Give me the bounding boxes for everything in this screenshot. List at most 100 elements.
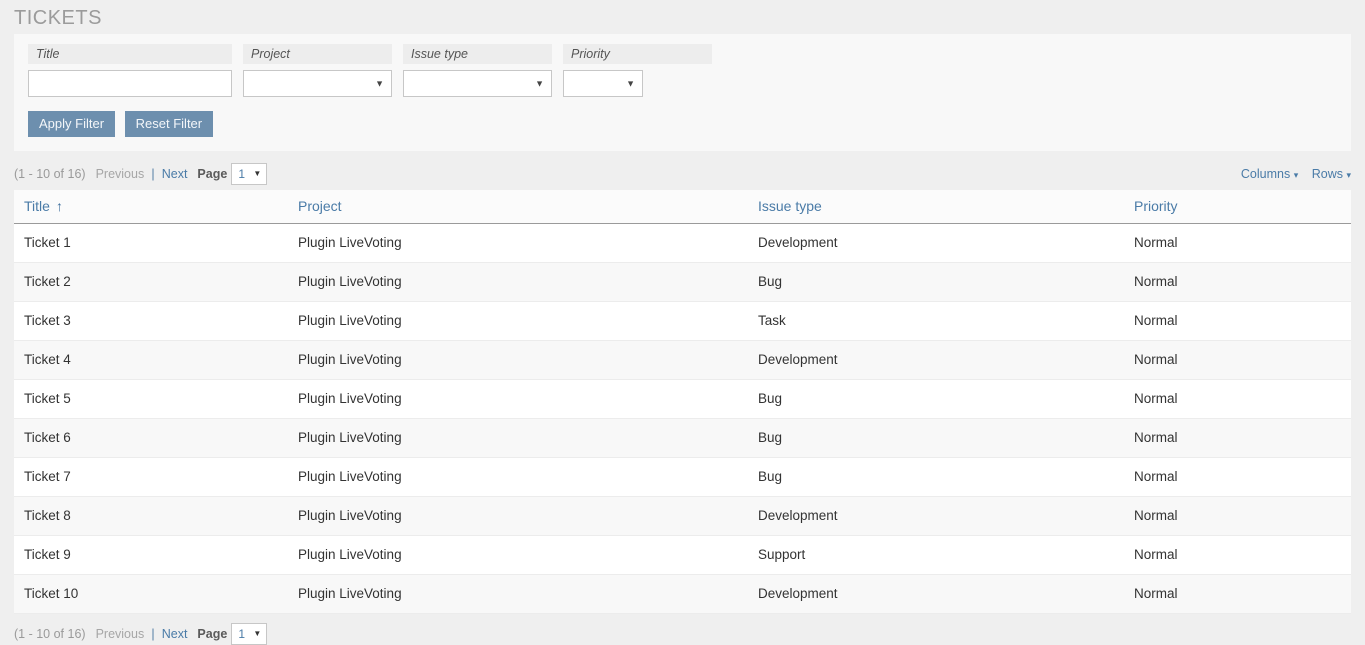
page-number-value: 1 (238, 167, 245, 181)
previous-page-link[interactable]: Previous (96, 627, 145, 641)
table-row[interactable]: Ticket 5 Plugin LiveVoting Bug Normal (14, 379, 1351, 419)
project-select[interactable]: ▼ (243, 70, 392, 97)
cell-priority: Normal (1134, 418, 1351, 458)
pagination-count: (1 - 10 of 16) (14, 167, 86, 181)
columns-menu-label: Columns (1240, 167, 1291, 181)
filter-field-priority: Priority ▼ (563, 44, 712, 97)
filter-label-priority: Priority (563, 44, 712, 64)
reset-filter-button[interactable]: Reset Filter (124, 111, 214, 137)
column-header-priority[interactable]: Priority (1134, 190, 1351, 224)
chevron-down-icon: ▾ (1346, 170, 1351, 180)
chevron-down-icon: ▼ (375, 78, 384, 88)
page-title: TICKETS (14, 7, 102, 29)
column-header-title[interactable]: Title ↑ (14, 190, 298, 224)
cell-priority: Normal (1134, 379, 1351, 419)
cell-priority: Normal (1134, 535, 1351, 575)
cell-title: Ticket 3 (14, 301, 298, 341)
tickets-table: Title ↑ Project Issue type Priority Ticke… (14, 190, 1351, 614)
page-label: Page (197, 627, 228, 641)
cell-issue-type: Development (758, 340, 1134, 380)
pagination-bottom: (1 - 10 of 16) Previous | Next Page 1 ▼ (14, 623, 1351, 645)
cell-title: Ticket 9 (14, 535, 298, 575)
title-input[interactable] (28, 70, 232, 97)
cell-project: Plugin LiveVoting (298, 418, 758, 458)
table-row[interactable]: Ticket 9 Plugin LiveVoting Support Norma… (14, 535, 1351, 575)
cell-issue-type: Support (758, 535, 1134, 575)
cell-title: Ticket 1 (14, 223, 298, 263)
cell-issue-type: Task (758, 301, 1134, 341)
cell-project: Plugin LiveVoting (298, 574, 758, 614)
pagination-count: (1 - 10 of 16) (14, 627, 86, 641)
chevron-down-icon: ▼ (626, 78, 635, 88)
column-header-project[interactable]: Project (298, 190, 758, 224)
column-header-title-label: Title (24, 198, 50, 214)
table-body: Ticket 1 Plugin LiveVoting Development N… (14, 223, 1351, 614)
table-header-row: Title ↑ Project Issue type Priority (14, 190, 1351, 224)
pagination-separator: | (151, 167, 155, 181)
sort-ascending-icon: ↑ (55, 198, 63, 214)
table-row[interactable]: Ticket 7 Plugin LiveVoting Bug Normal (14, 457, 1351, 497)
chevron-down-icon: ▼ (535, 78, 544, 88)
cell-priority: Normal (1134, 457, 1351, 497)
cell-priority: Normal (1134, 574, 1351, 614)
issue-type-select[interactable]: ▼ (403, 70, 552, 97)
table-row[interactable]: Ticket 6 Plugin LiveVoting Bug Normal (14, 418, 1351, 458)
filter-control-project: ▼ (243, 70, 392, 97)
table-view-controls: Columns ▾ Rows ▾ (1231, 167, 1351, 181)
cell-title: Ticket 10 (14, 574, 298, 614)
cell-project: Plugin LiveVoting (298, 457, 758, 497)
cell-issue-type: Bug (758, 379, 1134, 419)
filter-field-title: Title (28, 44, 232, 97)
cell-project: Plugin LiveVoting (298, 262, 758, 302)
column-header-issue-type[interactable]: Issue type (758, 190, 1134, 224)
filter-control-title (28, 70, 232, 97)
cell-issue-type: Development (758, 496, 1134, 536)
table-row[interactable]: Ticket 10 Plugin LiveVoting Development … (14, 574, 1351, 614)
filter-field-project: Project ▼ (243, 44, 392, 97)
table-row[interactable]: Ticket 4 Plugin LiveVoting Development N… (14, 340, 1351, 380)
page-label: Page (197, 167, 228, 181)
cell-issue-type: Bug (758, 457, 1134, 497)
cell-title: Ticket 7 (14, 457, 298, 497)
cell-issue-type: Bug (758, 262, 1134, 302)
cell-project: Plugin LiveVoting (298, 223, 758, 263)
filter-field-issue-type: Issue type ▼ (403, 44, 552, 97)
pagination-top: (1 - 10 of 16) Previous | Next Page 1 ▼ (14, 163, 268, 185)
cell-issue-type: Development (758, 574, 1134, 614)
rows-menu-label: Rows (1311, 167, 1343, 181)
page-number-value: 1 (238, 627, 245, 641)
cell-project: Plugin LiveVoting (298, 535, 758, 575)
cell-title: Ticket 2 (14, 262, 298, 302)
columns-menu-button[interactable]: Columns ▾ (1241, 167, 1298, 181)
cell-title: Ticket 6 (14, 418, 298, 458)
cell-project: Plugin LiveVoting (298, 301, 758, 341)
pagination-bottom-wrapper: (1 - 10 of 16) Previous | Next Page 1 ▼ (14, 623, 1351, 645)
cell-project: Plugin LiveVoting (298, 496, 758, 536)
table-row[interactable]: Ticket 2 Plugin LiveVoting Bug Normal (14, 262, 1351, 302)
table-toolbar: (1 - 10 of 16) Previous | Next Page 1 ▼ … (14, 163, 1351, 185)
priority-select[interactable]: ▼ (563, 70, 643, 97)
cell-priority: Normal (1134, 496, 1351, 536)
next-page-link[interactable]: Next (162, 167, 188, 181)
cell-title: Ticket 4 (14, 340, 298, 380)
filter-panel: Title Project ▼ Issue type ▼ Priority ▼ … (14, 34, 1351, 151)
page-number-select[interactable]: 1 ▼ (231, 163, 268, 185)
cell-title: Ticket 5 (14, 379, 298, 419)
cell-issue-type: Bug (758, 418, 1134, 458)
chevron-down-icon: ▾ (1293, 170, 1299, 180)
cell-priority: Normal (1134, 223, 1351, 263)
filter-label-title: Title (28, 44, 232, 64)
cell-project: Plugin LiveVoting (298, 340, 758, 380)
table-row[interactable]: Ticket 8 Plugin LiveVoting Development N… (14, 496, 1351, 536)
next-page-link[interactable]: Next (162, 627, 188, 641)
rows-menu-button[interactable]: Rows ▾ (1312, 167, 1351, 181)
filter-control-issue-type: ▼ (403, 70, 552, 97)
cell-priority: Normal (1134, 340, 1351, 380)
page-number-select[interactable]: 1 ▼ (231, 623, 268, 645)
apply-filter-button[interactable]: Apply Filter (28, 111, 116, 137)
previous-page-link[interactable]: Previous (96, 167, 145, 181)
chevron-down-icon: ▼ (253, 169, 262, 178)
table-row[interactable]: Ticket 3 Plugin LiveVoting Task Normal (14, 301, 1351, 341)
table-row[interactable]: Ticket 1 Plugin LiveVoting Development N… (14, 223, 1351, 263)
table-head: Title ↑ Project Issue type Priority (14, 190, 1351, 224)
